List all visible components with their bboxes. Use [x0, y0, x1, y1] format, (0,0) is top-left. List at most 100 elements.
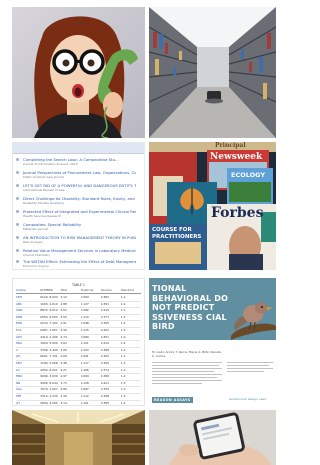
- result-entry[interactable]: Completing the Search Loop: A Comparativ…: [16, 157, 136, 169]
- result-entry[interactable]: Direct Challenge for Disability: Standar…: [16, 196, 136, 208]
- table-cell: 0.351: [100, 334, 109, 339]
- table-cell: 0.112: [80, 393, 89, 398]
- data-table: TABLE 1 Co/Grp NUMBER Total Elasticity P…: [16, 283, 141, 406]
- table-cell: 3.62: [60, 341, 67, 346]
- table-row: GPS 4410, 2.206 2.74 0.089 0.351 1.0: [16, 335, 141, 342]
- table-row: CRM 8872, 9.014 4.01 0.082 0.410 1.1: [16, 308, 141, 315]
- table-cell: 4410, 2.206: [40, 334, 58, 339]
- bullet-icon: [16, 184, 19, 187]
- table-cell: 2.91: [60, 321, 67, 326]
- table-cell: 0.103: [80, 347, 89, 352]
- table-cell: 9090, 3.030: [40, 374, 58, 379]
- row-label[interactable]: NN: [16, 381, 40, 387]
- table-cell: 3.48: [60, 360, 67, 365]
- row-label[interactable]: ABS: [16, 302, 40, 308]
- table-cell: 0.398: [100, 393, 109, 398]
- row-label[interactable]: EHD: [16, 321, 40, 327]
- table-cell: 0.101: [80, 400, 89, 405]
- row-label[interactable]: HBA: [16, 341, 40, 347]
- row-label[interactable]: KMT: [16, 361, 40, 367]
- row-label[interactable]: LO: [16, 368, 40, 374]
- magazine-title-newsweek: Newsweek: [210, 152, 263, 162]
- table-cell: 0.410: [100, 308, 109, 313]
- table-row: FCS 0987, 1.057 3.30 0.115 0.402 1.5: [16, 328, 141, 335]
- table-cell: 0.094: [80, 374, 89, 379]
- table-row: ABS 1003, 4.010 2.88 0.127 0.391 1.4: [16, 302, 141, 309]
- table-cell: 0.121: [80, 341, 89, 346]
- result-entry[interactable]: The WSTAN Effect: Estimating the Effect …: [16, 259, 136, 269]
- photo-phone-hand[interactable]: [149, 410, 276, 465]
- table-cell: 4.01: [60, 308, 67, 313]
- document-search-results[interactable]: Completing the Search Loop: A Comparativ…: [12, 142, 145, 270]
- row-label[interactable]: MRK: [16, 374, 40, 380]
- column-header: Total: [60, 288, 68, 292]
- row-label[interactable]: FCS: [16, 328, 40, 334]
- paper-section-sub: behavioural assays used: [229, 397, 267, 401]
- result-meta: Public Contract Law Journal: [23, 175, 64, 179]
- table-cell: 0.421: [100, 380, 109, 385]
- photo-library-stacks[interactable]: [12, 410, 145, 465]
- table-cell: 3309, 4.440: [40, 347, 58, 352]
- result-entry[interactable]: LET'S GET RID OF A POWERFUL AND DANGEROU…: [16, 183, 136, 195]
- result-entry[interactable]: AN INTRODUCTION TO RISK MANAGEMENT THEOR…: [16, 235, 136, 247]
- table-cell: 1.3: [120, 360, 126, 365]
- row-label[interactable]: PFE: [16, 394, 40, 400]
- bird-illustration: [231, 302, 276, 340]
- table-row: KMT 1180, 5.008 3.48 0.117 0.395 1.3: [16, 361, 141, 368]
- library-aisle-illustration: [149, 7, 276, 138]
- table-cell: 1.5: [120, 380, 126, 385]
- table-cell: 0.395: [100, 360, 109, 365]
- table-cell: 0.374: [100, 367, 109, 372]
- table-cell: 1.3: [120, 393, 126, 398]
- result-entry[interactable]: Journal Perspectives of Procurement Law,…: [16, 170, 136, 182]
- table-cell: 1.5: [120, 327, 126, 332]
- phone-hand-illustration: [149, 410, 276, 465]
- row-label[interactable]: JHL: [16, 354, 40, 360]
- row-label[interactable]: GPS: [16, 335, 40, 341]
- table-cell: 2.97: [60, 374, 67, 379]
- table-cell: 2054, 6.021: [40, 367, 58, 372]
- table-cell: 0.127: [80, 301, 89, 306]
- bullet-icon: [16, 260, 19, 263]
- table-row: QT 5050, 4.505 3.14 0.101 0.385 1.2: [16, 400, 141, 406]
- table-row: NN 4405, 8.044 3.73 0.128 0.421 1.5: [16, 381, 141, 388]
- row-label[interactable]: QT: [16, 401, 40, 406]
- table-cell: 3.30: [60, 327, 67, 332]
- table-cell: 0.359: [100, 387, 109, 392]
- column-header: NUMBER: [40, 288, 53, 292]
- column-header: Pearson: [100, 288, 113, 292]
- table-cell: 3.05: [60, 347, 67, 352]
- photo-magazine-collage[interactable]: Newsweek ECOLOGY Forbes COURSE FOR PRACT…: [149, 142, 276, 270]
- table-cell: 0.106: [80, 367, 89, 372]
- document-data-table[interactable]: TABLE 1 Co/Grp NUMBER Total Elasticity P…: [12, 278, 145, 406]
- table-cell: 1950, 9.950: [40, 341, 58, 346]
- row-label[interactable]: CRM: [16, 308, 40, 314]
- table-cell: 3312, 2.230: [40, 393, 58, 398]
- table-cell: 3.39: [60, 393, 67, 398]
- document-paper-bird[interactable]: TIONAL BEHAVIORAL DO NOT PREDICT SSIVENE…: [149, 278, 276, 406]
- table-row: PFE 3312, 2.230 3.39 0.112 0.398 1.3: [16, 394, 141, 401]
- magazine-title-forbes: Forbes: [211, 205, 264, 221]
- column-header: Elasticity: [80, 288, 94, 292]
- magazine-title-practitioner: COURSE FOR PRACTITIONERS: [152, 227, 202, 240]
- result-entry[interactable]: Composites: Special Reliability Material…: [16, 222, 136, 234]
- table-cell: 1.4: [120, 341, 126, 346]
- result-entry[interactable]: Protected Effect of Integrated and Exper…: [16, 209, 136, 221]
- table-cell: 0.391: [100, 301, 109, 306]
- row-label[interactable]: OGL: [16, 387, 40, 393]
- woman-phone-illustration: [12, 7, 145, 138]
- table-cell: 1.4: [120, 301, 126, 306]
- photo-woman-phone[interactable]: [12, 7, 145, 138]
- paper-title: TIONAL BEHAVIORAL DO NOT PREDICT SSIVENE…: [152, 284, 229, 331]
- row-label[interactable]: II: [16, 348, 40, 354]
- bullet-icon: [16, 158, 19, 161]
- table-row: CEH 0120, 8.024 3.12 0.094 0.382 1.2: [16, 295, 141, 302]
- table-row: LO 2054, 6.021 3.21 0.106 0.374 1.2: [16, 368, 141, 375]
- table-cell: 1.2: [120, 400, 126, 405]
- row-label[interactable]: DRB: [16, 315, 40, 321]
- row-label[interactable]: CEH: [16, 295, 40, 301]
- table-cell: 0.382: [100, 295, 109, 299]
- photo-library-aisle[interactable]: [149, 7, 276, 138]
- table-row: HBA 1950, 9.950 3.62 0.121 0.419 1.4: [16, 341, 141, 348]
- table-cell: 1180, 5.008: [40, 360, 58, 365]
